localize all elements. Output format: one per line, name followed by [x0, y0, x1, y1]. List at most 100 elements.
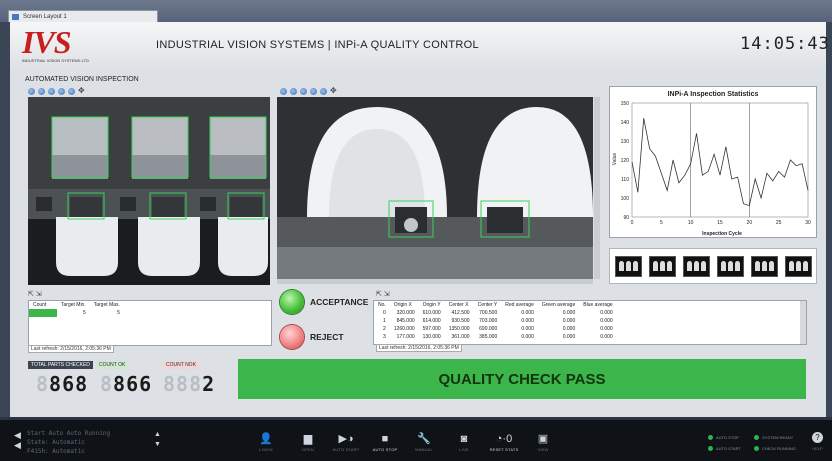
count-nok-label: COUNT NOK — [163, 361, 199, 369]
window-icon — [12, 14, 19, 20]
table-row[interactable]: 5 5 — [29, 309, 124, 317]
camera1-image — [28, 97, 270, 285]
count-nok-value: 2 — [202, 372, 216, 396]
zoom-in-icon[interactable] — [280, 87, 287, 95]
column-header[interactable]: Count — [29, 301, 57, 309]
window-tab[interactable]: Screen Layout 1 — [8, 10, 158, 22]
camera2-vscrollbar[interactable] — [594, 97, 600, 279]
rotate-icon[interactable] — [320, 87, 327, 95]
zoom-reset-icon[interactable] — [58, 87, 65, 95]
auto-start-button[interactable]: ▶◑ AUTO START — [328, 432, 364, 452]
table-cell: 0.000 — [600, 326, 613, 332]
zoom-in-icon[interactable] — [28, 87, 35, 95]
live-label: LIVE — [459, 447, 469, 452]
zoom-out-icon[interactable] — [38, 87, 45, 95]
table-cell: 5 — [117, 310, 120, 316]
thumbnail[interactable] — [750, 255, 778, 277]
zoom-reset-icon[interactable] — [310, 87, 317, 95]
reset-stats-button[interactable]: ◔·0 RESET STATS — [486, 432, 522, 452]
table-row[interactable]: 1 845.000 614.000 930.500 703.000 0.000 0.000 0… — [374, 317, 617, 325]
column-header[interactable]: Target Min. — [57, 301, 90, 309]
pan-icon[interactable]: ✥ — [78, 87, 86, 95]
camera2-scrollbar[interactable] — [277, 279, 593, 284]
manual-button[interactable]: 🔧 MANUAL — [406, 432, 442, 452]
camera2-toolbar: ✥ — [280, 87, 338, 95]
table-cell: 0.000 — [521, 310, 534, 316]
results-table: No. Origin X Origin Y Center X Center Y Red a… — [374, 301, 617, 341]
target-table-panel: Count Target Min. Target Max. 5 5 — [28, 300, 272, 346]
column-header[interactable]: No. — [374, 301, 390, 309]
window-tab-title: Screen Layout 1 — [23, 14, 67, 20]
table-row[interactable]: 2 1260.000 597.000 1350.000 690.000 0.000 0.00… — [374, 325, 617, 333]
zoom-fit-icon[interactable] — [300, 87, 307, 95]
thumbnail[interactable] — [614, 255, 642, 277]
help-icon: ? — [812, 432, 823, 443]
camera1-view[interactable] — [28, 97, 270, 285]
table-cell: 0.000 — [521, 334, 534, 340]
table-cell: 0.000 — [562, 318, 576, 324]
table-cell: 1 — [383, 318, 386, 324]
login-button[interactable]: 👤 LOGIN — [248, 432, 284, 452]
log-scroll-arrows[interactable]: ▲ ▼ — [154, 430, 161, 450]
camera2-view[interactable] — [277, 97, 593, 279]
table-cell: 614.000 — [422, 318, 441, 324]
view-button[interactable]: ▣ VIEW — [525, 432, 561, 452]
user-icon: 👤 — [259, 433, 273, 445]
quality-status-banner: QUALITY CHECK PASS — [238, 359, 806, 399]
count-ok-display: 8866 — [100, 372, 153, 396]
column-header[interactable]: Origin Y — [418, 301, 445, 309]
pan-icon[interactable]: ✥ — [330, 87, 338, 95]
zoom-out-icon[interactable] — [290, 87, 297, 95]
acceptance-led-icon — [280, 290, 304, 314]
open-button[interactable]: ▆ OPEN — [290, 432, 326, 452]
play-icon: ▶◑ — [338, 433, 354, 445]
auto-stop-button[interactable]: ■ AUTO STOP — [367, 432, 403, 452]
x-tick-label: 0 — [631, 220, 634, 226]
total-parts-value: 868 — [49, 372, 89, 396]
zoom-fit-icon[interactable] — [48, 87, 55, 95]
folder-icon: ▆ — [303, 433, 313, 445]
reject-label: REJECT — [310, 332, 344, 342]
column-header[interactable]: Red average — [501, 301, 538, 309]
thumbnail[interactable] — [784, 255, 812, 277]
ivs-logo: IVS — [22, 24, 72, 60]
count-ok-label: COUNT OK — [96, 361, 129, 369]
rotate-icon[interactable] — [68, 87, 75, 95]
column-header[interactable]: Center Y — [473, 301, 502, 309]
help-button[interactable]: ? HELP — [812, 432, 823, 451]
camera1-toolbar: ✥ — [28, 87, 86, 95]
status-dot-icon — [708, 435, 713, 440]
y-tick-label: 120 — [621, 158, 630, 164]
live-button[interactable]: ◙ LIVE — [446, 432, 482, 452]
table1-tools[interactable]: ⇱ ⇲ — [28, 290, 42, 298]
results-scrollbar[interactable] — [800, 301, 806, 344]
table-cell: 3 — [383, 334, 386, 340]
reset-icon: ◔·0 — [495, 433, 513, 445]
count-ok-value: 866 — [113, 372, 153, 396]
column-header[interactable]: Origin X — [389, 301, 419, 309]
log-line: Start Auto Auto Running — [27, 430, 111, 437]
table-cell: 2 — [383, 326, 386, 332]
column-header[interactable]: Target Max. — [89, 301, 124, 309]
section-title: AUTOMATED VISION INSPECTION — [25, 76, 139, 83]
acceptance-label: ACCEPTANCE — [310, 297, 369, 307]
thumbnail[interactable] — [682, 255, 710, 277]
table-cell: 597.000 — [422, 326, 441, 332]
log-nav-icons[interactable]: ◀ ◀ — [14, 430, 21, 450]
table-cell: 0.000 — [562, 310, 576, 316]
count-nok-display: 8882 — [163, 372, 216, 396]
table2-tools[interactable]: ⇱ ⇲ — [376, 290, 390, 298]
acceptance-button[interactable]: ACCEPTANCE — [280, 290, 368, 314]
table-row[interactable]: 3 177.000 130.000 361.000 385.000 0.000 0.000 0… — [374, 333, 617, 341]
total-parts-label: TOTAL PARTS CHECKED — [28, 361, 93, 369]
table-cell: 0 — [383, 310, 386, 316]
reject-led-icon — [280, 325, 304, 349]
plot-area — [631, 102, 809, 218]
thumbnail[interactable] — [648, 255, 676, 277]
column-header[interactable]: Green average — [537, 301, 580, 309]
column-header[interactable]: Blue average — [579, 301, 617, 309]
table-row[interactable]: 0 320.000 610.000 412.500 700.500 0.000 0.000 0… — [374, 309, 617, 317]
column-header[interactable]: Center X — [444, 301, 474, 309]
reject-button[interactable]: REJECT — [280, 325, 344, 349]
thumbnail[interactable] — [716, 255, 744, 277]
